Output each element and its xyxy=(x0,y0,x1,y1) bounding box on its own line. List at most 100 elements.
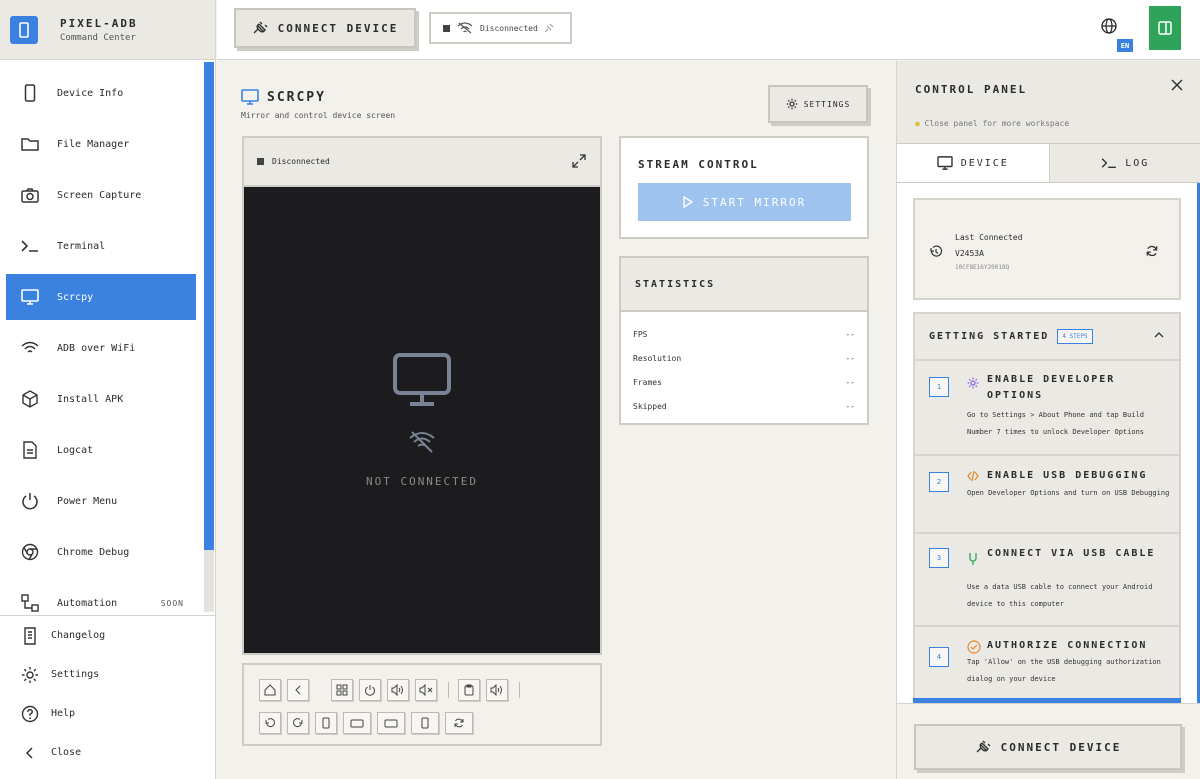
monitor-icon xyxy=(241,89,259,105)
settings-button[interactable]: SETTINGS xyxy=(768,85,868,123)
sidebar-item-logcat[interactable]: Logcat xyxy=(6,427,196,473)
start-mirror-button[interactable]: START MIRROR xyxy=(638,183,851,221)
volume-down-button[interactable] xyxy=(486,679,508,701)
last-device-name: V2453A xyxy=(955,249,984,258)
monitor-icon xyxy=(936,156,953,170)
device-screen-card: Disconnected NOT CONNECTED xyxy=(242,136,602,655)
tab-device[interactable]: DEVICE xyxy=(897,144,1050,182)
sidebar-item-label: Settings xyxy=(51,669,100,680)
sidebar-item-adb-wifi[interactable]: ADB over WiFi xyxy=(6,325,196,371)
globe-icon xyxy=(1101,18,1117,34)
sidebar-item-label: Terminal xyxy=(57,240,106,252)
device-screen[interactable]: NOT CONNECTED xyxy=(244,187,600,653)
sidebar-item-label: Help xyxy=(51,708,76,719)
history-icon xyxy=(929,245,943,259)
phone-icon xyxy=(322,717,330,729)
stat-value: -- xyxy=(845,402,855,411)
sidebar-item-settings[interactable]: Settings xyxy=(0,655,216,694)
tab-log[interactable]: LOG xyxy=(1049,144,1200,182)
step-item: 2 ENABLE USB DEBUGGING Open Developer Op… xyxy=(915,456,1179,534)
sidebar-item-install-apk[interactable]: Install APK xyxy=(6,376,196,422)
refresh-icon[interactable] xyxy=(1145,244,1159,258)
portrait-button[interactable] xyxy=(315,712,337,734)
connection-status: Disconnected xyxy=(429,12,572,44)
volume-up-button[interactable] xyxy=(387,679,409,701)
terminal-icon xyxy=(1101,157,1117,169)
recent-apps-button[interactable] xyxy=(331,679,353,701)
page-header: SCRCPY Mirror and control device screen xyxy=(241,89,395,120)
stat-row-resolution: Resolution -- xyxy=(633,354,855,363)
panel-tabs: DEVICE LOG xyxy=(897,143,1200,183)
divider xyxy=(448,682,449,698)
code-icon xyxy=(967,470,979,482)
connect-device-button[interactable]: CONNECT DEVICE xyxy=(914,724,1182,770)
refresh-button[interactable] xyxy=(445,712,473,734)
sidebar-item-file-manager[interactable]: File Manager xyxy=(6,121,196,167)
connect-device-label: CONNECT DEVICE xyxy=(1000,740,1122,754)
panel-toggle-button[interactable] xyxy=(1149,6,1181,50)
mute-button[interactable] xyxy=(415,679,437,701)
sidebar-item-screen-capture[interactable]: Screen Capture xyxy=(6,172,196,218)
terminal-icon xyxy=(20,236,40,256)
sidebar-scrollbar[interactable] xyxy=(204,62,214,550)
rotate-cw-icon xyxy=(293,718,303,728)
step-title: AUTHORIZE CONNECTION xyxy=(987,640,1148,651)
package-icon xyxy=(20,389,40,409)
volume-mute-icon xyxy=(419,684,433,696)
step-item: 3 CONNECT VIA USB CABLE Use a data USB c… xyxy=(915,534,1179,627)
stat-value: -- xyxy=(845,330,855,339)
getting-started-header[interactable]: GETTING STARTED 4 steps xyxy=(915,314,1179,361)
sidebar-item-help[interactable]: Help xyxy=(0,694,216,733)
sidebar-item-device-info[interactable]: Device Info xyxy=(6,70,196,116)
plug-icon xyxy=(975,740,991,754)
connect-device-label: CONNECT DEVICE xyxy=(277,21,399,35)
chevron-up-icon[interactable] xyxy=(1153,330,1165,340)
expand-icon[interactable] xyxy=(572,154,586,168)
sidebar-item-terminal[interactable]: Terminal xyxy=(6,223,196,269)
screen-status: Disconnected xyxy=(272,157,330,166)
control-panel-header: CONTROL PANEL ● Close panel for more wor… xyxy=(897,61,1200,143)
clipboard-icon xyxy=(464,684,474,696)
connect-device-button[interactable]: CONNECT DEVICE xyxy=(234,8,416,48)
sidebar-item-close[interactable]: Close xyxy=(0,733,216,772)
not-connected-text: NOT CONNECTED xyxy=(365,475,479,488)
last-connected-card[interactable]: Last Connected V2453A 10CF8E16Y20018Q xyxy=(913,198,1181,300)
home-icon xyxy=(264,684,276,696)
wifi-off-icon xyxy=(457,22,473,34)
step-number: 4 xyxy=(929,647,949,667)
fit-screen-button[interactable] xyxy=(377,712,405,734)
wifi-icon xyxy=(20,338,40,358)
sidebar-item-chrome-debug[interactable]: Chrome Debug xyxy=(6,529,196,575)
language-badge: EN xyxy=(1117,39,1133,52)
brand: PIXEL-ADB Command Center xyxy=(0,0,215,60)
sidebar-item-scrcpy[interactable]: Scrcpy xyxy=(6,274,196,320)
rotate-right-button[interactable] xyxy=(287,712,309,734)
device-frame-button[interactable] xyxy=(411,712,439,734)
stat-row-frames: Frames -- xyxy=(633,378,855,387)
page-title-text: SCRCPY xyxy=(267,89,326,105)
tab-log-label: LOG xyxy=(1125,157,1150,169)
home-button[interactable] xyxy=(259,679,281,701)
step-item: 4 AUTHORIZE CONNECTION Tap 'Allow' on th… xyxy=(915,627,1179,703)
sidebar-item-label: Automation xyxy=(57,597,118,609)
sidebar-item-changelog[interactable]: Changelog xyxy=(0,616,216,655)
power-button[interactable] xyxy=(359,679,381,701)
clipboard-button[interactable] xyxy=(458,679,480,701)
stat-row-skipped: Skipped -- xyxy=(633,402,855,411)
tab-device-label: DEVICE xyxy=(960,157,1009,169)
close-icon[interactable] xyxy=(1171,79,1183,91)
screen-header: Disconnected xyxy=(244,138,600,187)
back-button[interactable] xyxy=(287,679,309,701)
sidebar-item-label: Power Menu xyxy=(57,495,118,507)
settings-label: SETTINGS xyxy=(803,99,851,109)
check-circle-icon xyxy=(967,640,981,654)
stream-control-card: STREAM CONTROL START MIRROR xyxy=(619,136,869,239)
plug-icon xyxy=(544,23,554,33)
stat-label: Skipped xyxy=(633,402,667,411)
camera-icon xyxy=(20,185,40,205)
chevron-left-icon xyxy=(295,685,301,695)
landscape-button[interactable] xyxy=(343,712,371,734)
sidebar-item-power-menu[interactable]: Power Menu xyxy=(6,478,196,524)
chevron-left-icon xyxy=(20,743,40,763)
rotate-left-button[interactable] xyxy=(259,712,281,734)
